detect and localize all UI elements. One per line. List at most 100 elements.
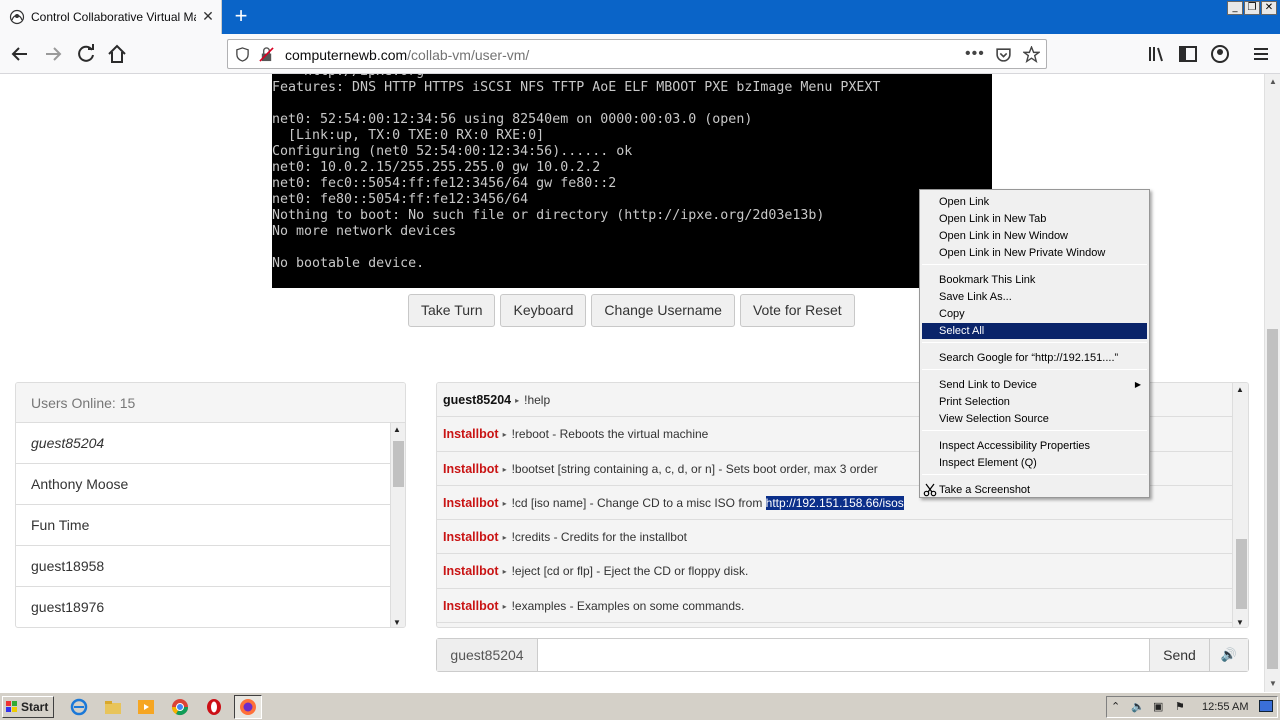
keyboard-button[interactable]: Keyboard: [500, 294, 587, 327]
terminal-line: [Link:up, TX:0 TXE:0 RX:0 RXE:0]: [272, 128, 545, 143]
chat-message: Installbot ▸ !credits - Credits for the in…: [437, 520, 1232, 555]
scroll-up-icon[interactable]: ▲: [393, 425, 401, 434]
volume-icon[interactable]: 🔊: [1209, 639, 1248, 671]
context-menu-item[interactable]: Copy: [922, 306, 1147, 322]
scroll-up-icon[interactable]: ▲: [1236, 385, 1244, 394]
context-menu-item[interactable]: Open Link in New Window: [922, 228, 1147, 244]
users-list: guest85204 Anthony Moose Fun Time guest1895…: [16, 423, 390, 627]
vm-screen[interactable]: http://ipxe.orgFeatures: DNS HTTP HTTPS …: [272, 74, 992, 288]
media-player-icon[interactable]: [137, 698, 155, 716]
scroll-down-icon[interactable]: ▼: [1236, 618, 1244, 627]
back-icon[interactable]: [8, 42, 32, 66]
tab-close-icon[interactable]: ✕: [200, 8, 216, 24]
start-label: Start: [21, 700, 49, 714]
start-button[interactable]: Start: [2, 696, 54, 718]
forward-icon[interactable]: [41, 42, 65, 66]
user-list-item[interactable]: guest18976: [16, 587, 390, 627]
bookmark-star-icon[interactable]: [1023, 46, 1040, 63]
chat-message: Installbot ▸ !examples - Examples on some …: [437, 588, 1232, 624]
page-scrollbar[interactable]: ▲ ▼: [1264, 74, 1280, 692]
context-menu-item[interactable]: View Selection Source: [922, 411, 1147, 427]
context-menu-item[interactable]: Print Selection: [922, 394, 1147, 410]
action-center-icon[interactable]: ⚑: [1175, 700, 1185, 713]
context-menu-item[interactable]: Open Link: [922, 194, 1147, 210]
context-menu-item[interactable]: Bookmark This Link: [922, 272, 1147, 288]
home-icon[interactable]: [105, 42, 129, 66]
user-list-item[interactable]: guest85204: [16, 423, 390, 464]
terminal-line: net0: fe80::5054:ff:fe12:3456/64: [272, 192, 529, 207]
shield-icon[interactable]: [235, 47, 250, 62]
firefox-taskbar-button[interactable]: [234, 695, 262, 719]
context-menu-item[interactable]: Open Link in New Tab: [922, 211, 1147, 227]
user-list-item[interactable]: Fun Time: [16, 505, 390, 546]
reload-icon[interactable]: [74, 42, 98, 66]
chat-username: guest85204: [443, 393, 512, 407]
context-menu-item[interactable]: Select All: [922, 323, 1147, 339]
address-bar[interactable]: computernewb.com/collab-vm/user-vm/ •••: [227, 39, 1047, 69]
chat-arrow-icon: ▸: [502, 601, 507, 611]
context-menu-label: Inspect Accessibility Properties: [939, 440, 1091, 452]
chat-message: Installbot ▸ !eject [cd or flp] - Eject th…: [437, 554, 1232, 589]
new-tab-icon[interactable]: +: [230, 5, 252, 27]
users-online-header: Users Online: 15: [16, 383, 405, 423]
account-icon[interactable]: [1208, 42, 1232, 66]
chat-arrow-icon: ▸: [515, 396, 520, 405]
show-desktop-icon[interactable]: [1259, 700, 1273, 712]
menu-separator: [922, 342, 1147, 343]
context-menu-item[interactable]: Take a Screenshot: [922, 482, 1147, 498]
insecure-lock-icon[interactable]: [259, 47, 274, 62]
take-turn-button[interactable]: Take Turn: [408, 294, 496, 327]
terminal-line: No bootable device.: [272, 256, 425, 271]
chrome-icon[interactable]: [171, 698, 189, 716]
navigation-toolbar: computernewb.com/collab-vm/user-vm/ •••: [0, 34, 1280, 74]
user-list-item[interactable]: guest18958: [16, 546, 390, 587]
network-tray-icon[interactable]: ▣: [1153, 700, 1163, 713]
users-scrollbar-thumb[interactable]: [393, 441, 404, 487]
chat-link[interactable]: http://192.151.158.66/isos: [765, 495, 904, 510]
context-menu: Open Link Open Link in New Tab Open Link i…: [919, 189, 1150, 498]
scroll-up-icon[interactable]: ▲: [1265, 74, 1280, 90]
change-username-button[interactable]: Change Username: [591, 294, 735, 327]
opera-icon[interactable]: [205, 698, 223, 716]
users-scrollbar[interactable]: ▲ ▼: [390, 423, 405, 627]
context-menu-label: Save Link As...: [939, 291, 1012, 303]
restore-icon[interactable]: ❐: [1244, 1, 1260, 15]
user-list-item[interactable]: Anthony Moose: [16, 464, 390, 505]
library-icon[interactable]: [1145, 42, 1169, 66]
chat-text: !examples - Examples on some commands.: [511, 598, 745, 613]
menu-icon[interactable]: [1249, 42, 1273, 66]
context-menu-item[interactable]: Save Link As...: [922, 289, 1147, 305]
chat-username: Installbot: [443, 427, 499, 442]
page-scrollbar-thumb[interactable]: [1267, 329, 1278, 669]
scroll-down-icon[interactable]: ▼: [1265, 676, 1280, 692]
page-actions-icon[interactable]: •••: [965, 45, 985, 63]
folder-icon[interactable]: [104, 698, 122, 716]
chat-scrollbar-thumb[interactable]: [1236, 539, 1247, 609]
context-menu-item[interactable]: Inspect Element (Q): [922, 455, 1147, 471]
chat-username: Installbot: [443, 530, 499, 545]
window-close-icon[interactable]: ✕: [1261, 1, 1277, 15]
vote-reset-button[interactable]: Vote for Reset: [739, 294, 855, 327]
firefox-icon: [240, 699, 256, 715]
chat-arrow-icon: ▸: [502, 533, 507, 543]
anyrun-watermark: ANY RUN: [1036, 684, 1249, 692]
ie-icon[interactable]: [70, 698, 88, 716]
volume-tray-icon[interactable]: 🔈: [1131, 700, 1145, 713]
tray-expand-icon[interactable]: ⌃: [1111, 700, 1120, 713]
tab-active[interactable]: Control Collaborative Virtual Machi ✕: [0, 0, 222, 34]
sidebar-icon[interactable]: [1176, 42, 1200, 66]
scroll-down-icon[interactable]: ▼: [393, 618, 401, 627]
context-menu-label: Open Link in New Tab: [939, 213, 1047, 225]
chat-scrollbar[interactable]: ▲ ▼: [1232, 383, 1248, 627]
context-menu-item[interactable]: Send Link to Device ▶: [922, 377, 1147, 393]
context-menu-item[interactable]: Open Link in New Private Window: [922, 245, 1147, 261]
pocket-icon[interactable]: [995, 46, 1012, 63]
context-menu-item[interactable]: Search Google for “http://192.151....”: [922, 350, 1147, 366]
minimize-icon[interactable]: _: [1227, 1, 1243, 15]
url-path: /collab-vm/user-vm/: [407, 47, 530, 63]
send-button[interactable]: Send: [1149, 639, 1209, 671]
chat-text: !help: [524, 393, 551, 407]
context-menu-item[interactable]: Inspect Accessibility Properties: [922, 438, 1147, 454]
chat-message-input[interactable]: [539, 639, 1149, 671]
